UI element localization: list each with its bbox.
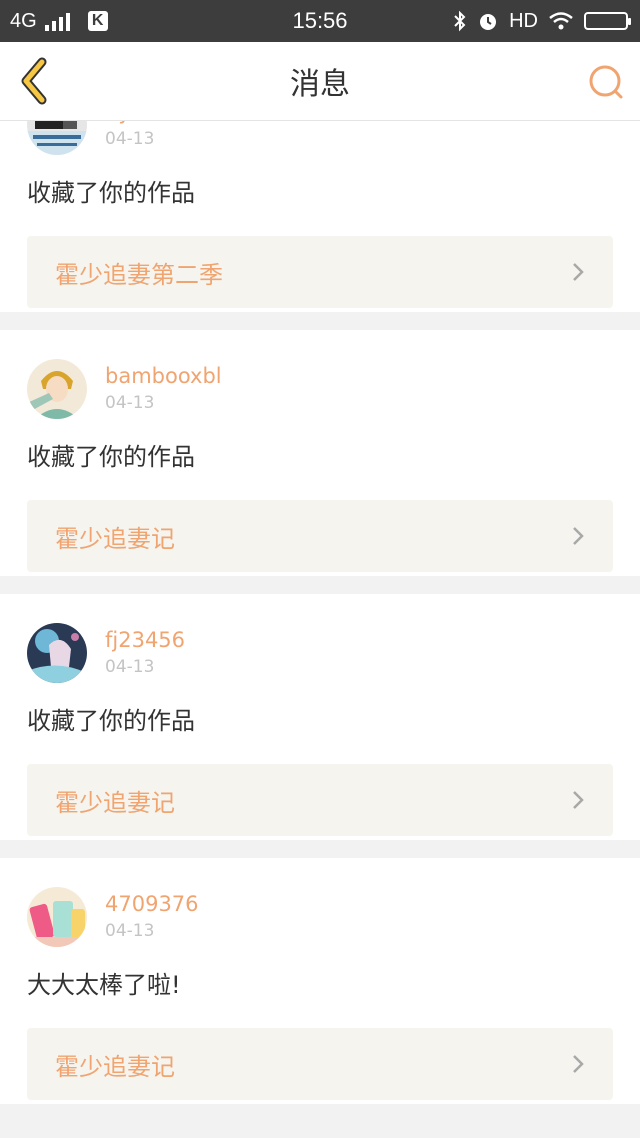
message-text: 收藏了你的作品 xyxy=(27,179,195,207)
network-type: 4G xyxy=(10,9,37,32)
chevron-right-icon xyxy=(573,791,584,809)
battery-icon xyxy=(584,12,631,30)
message-date: 04-13 xyxy=(105,129,155,149)
message-date: 04-13 xyxy=(105,393,155,413)
username[interactable]: bambooxbl xyxy=(105,363,222,389)
app-notification-icon: K xyxy=(87,11,108,31)
search-icon[interactable] xyxy=(586,62,626,102)
work-title: 霍少追妻记 xyxy=(55,788,175,817)
chevron-right-icon xyxy=(573,263,584,281)
message-card: bambooxbl 04-13 收藏了你的作品 霍少追妻记 xyxy=(0,330,640,576)
page-title: 消息 xyxy=(290,67,350,102)
message-text: 收藏了你的作品 xyxy=(27,707,195,735)
user-avatar[interactable] xyxy=(27,359,87,419)
hd-indicator: HD xyxy=(509,9,538,32)
message-card: fj23456 04-13 收藏了你的作品 霍少追妻记 xyxy=(0,594,640,840)
username[interactable]: 4709376 xyxy=(105,891,199,917)
signal-icon xyxy=(44,11,70,31)
bluetooth-icon xyxy=(454,10,466,32)
message-card: hytaiwo1314 04-13 收藏了你的作品 霍少追妻第二季 xyxy=(0,121,640,312)
message-list[interactable]: hytaiwo1314 04-13 收藏了你的作品 霍少追妻第二季 xyxy=(0,121,640,1138)
user-avatar[interactable] xyxy=(27,121,87,155)
username[interactable]: hytaiwo1314 xyxy=(105,121,241,125)
message-date: 04-13 xyxy=(105,921,155,941)
wifi-icon xyxy=(549,12,573,30)
back-arrow-icon[interactable] xyxy=(14,56,54,106)
chevron-right-icon xyxy=(573,527,584,545)
status-bar: 4G K 15:56 HD xyxy=(0,0,640,42)
work-title: 霍少追妻记 xyxy=(55,524,175,553)
work-link[interactable]: 霍少追妻记 xyxy=(27,764,613,836)
alarm-icon xyxy=(480,14,497,30)
user-avatar[interactable] xyxy=(27,887,87,947)
user-avatar[interactable] xyxy=(27,623,87,683)
work-title: 霍少追妻记 xyxy=(55,1052,175,1081)
message-date: 04-13 xyxy=(105,657,155,677)
username[interactable]: fj23456 xyxy=(105,627,185,653)
message-card: 4709376 04-13 大大太棒了啦! 霍少追妻记 xyxy=(0,858,640,1104)
work-link[interactable]: 霍少追妻记 xyxy=(27,1028,613,1100)
message-text: 收藏了你的作品 xyxy=(27,443,195,471)
work-title: 霍少追妻第二季 xyxy=(55,260,223,289)
nav-header: 消息 xyxy=(0,42,640,121)
message-text: 大大太棒了啦! xyxy=(27,971,181,999)
work-link[interactable]: 霍少追妻记 xyxy=(27,500,613,572)
work-link[interactable]: 霍少追妻第二季 xyxy=(27,236,613,308)
chevron-right-icon xyxy=(573,1055,584,1073)
